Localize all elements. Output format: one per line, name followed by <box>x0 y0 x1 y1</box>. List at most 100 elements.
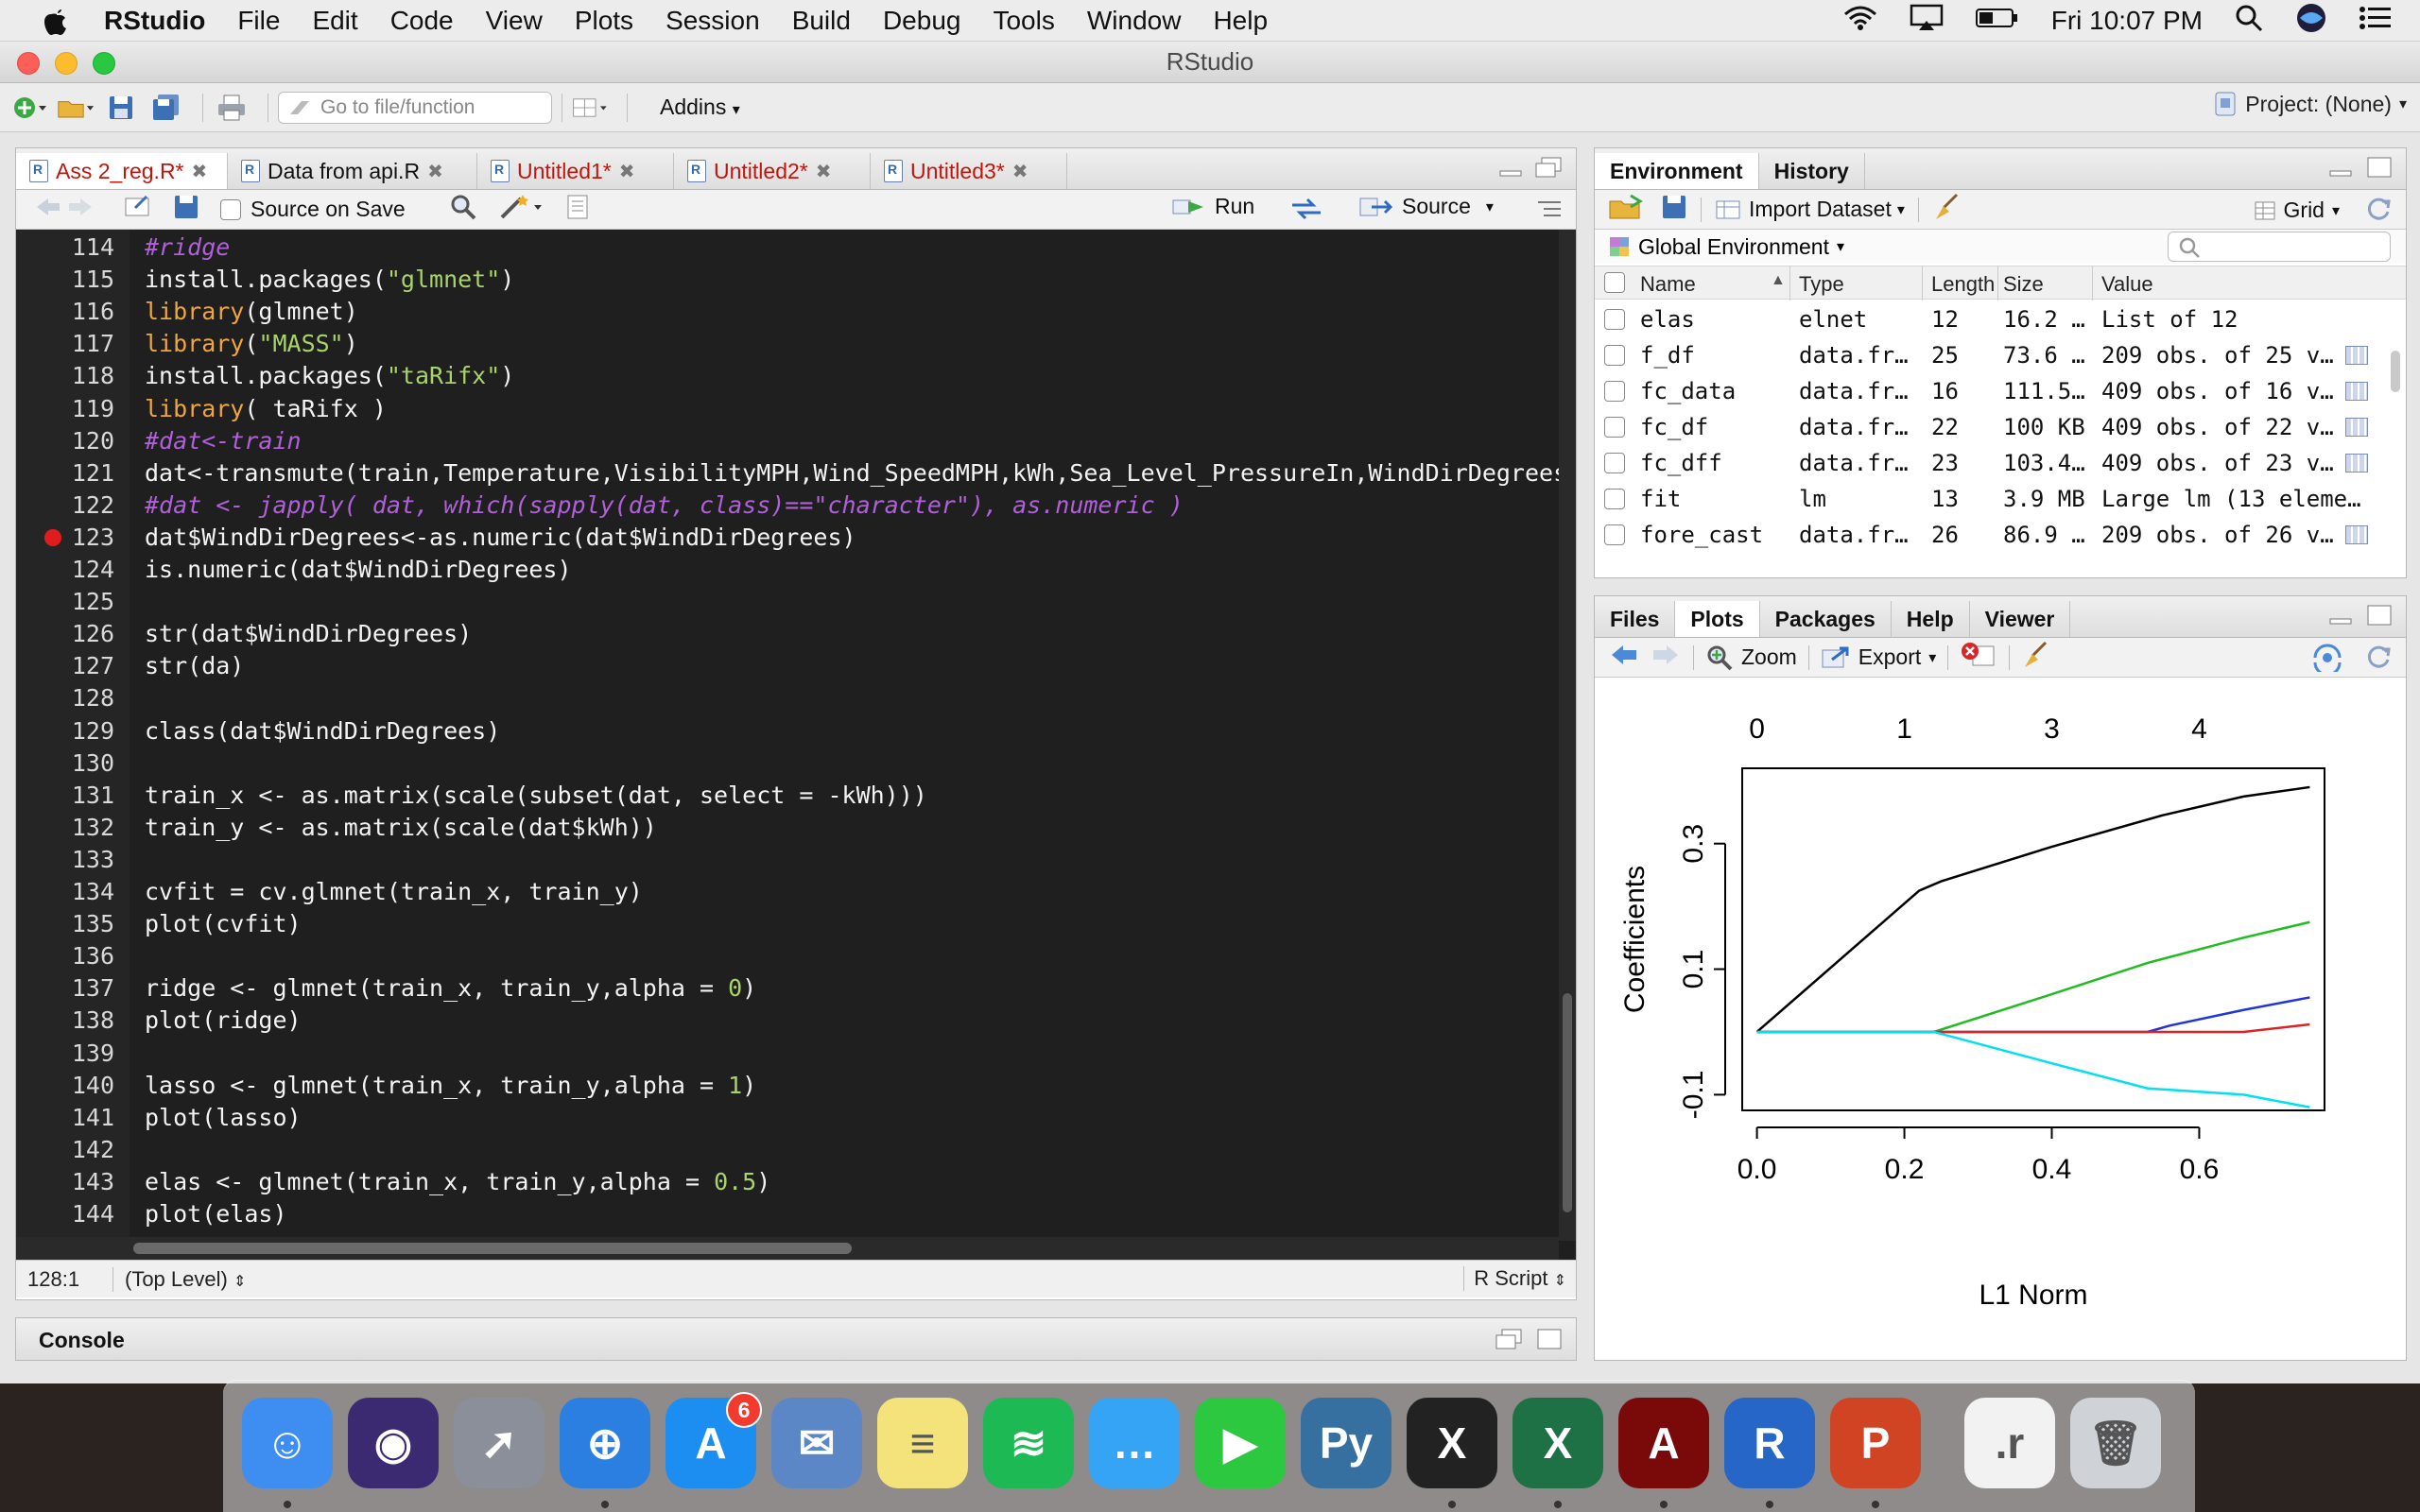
sort-ascending-icon[interactable]: ▲ <box>1771 272 1786 289</box>
environment-row[interactable]: fit lm 13 3.9 MB Large lm (13 eleme… <box>1595 481 2406 517</box>
menu-code[interactable]: Code <box>390 6 454 36</box>
battery-icon[interactable] <box>1975 6 2019 36</box>
save-file-icon[interactable] <box>173 194 199 226</box>
dock-facetime-icon[interactable]: ▶ <box>1195 1398 1286 1488</box>
environment-row[interactable]: fc_data data.fr… 16 111.5… 409 obs. of 16 v… <box>1595 373 2406 409</box>
next-plot-icon[interactable] <box>1650 643 1682 673</box>
remove-plot-icon[interactable] <box>1960 641 1997 675</box>
environment-scroll-thumb[interactable] <box>2391 351 2400 392</box>
minimize-window-button[interactable] <box>55 52 78 75</box>
dock-python-icon[interactable]: Py <box>1301 1398 1392 1488</box>
menu-session[interactable]: Session <box>666 6 760 36</box>
minimize-pane-icon[interactable] <box>2328 608 2353 631</box>
code-line[interactable]: 118 install.packages("taRifx") <box>16 360 1566 392</box>
view-data-grid-icon[interactable] <box>2345 382 2368 401</box>
code-line[interactable]: 141 plot(lasso) <box>16 1102 1566 1134</box>
airplay-icon[interactable] <box>1910 4 1944 39</box>
clear-objects-broom-icon[interactable] <box>1932 193 1961 227</box>
row-checkbox[interactable] <box>1604 345 1625 366</box>
tab-files[interactable]: Files <box>1595 601 1676 637</box>
tab-plots[interactable]: Plots <box>1675 601 1760 637</box>
code-line[interactable]: 128 <box>16 682 1566 714</box>
scope-selector[interactable]: (Top Level) ⇕ <box>125 1267 246 1292</box>
code-line[interactable]: 121 dat<-transmute(train,Temperature,Visi… <box>16 457 1576 490</box>
code-line[interactable]: 120 #dat<-train <box>16 425 1566 457</box>
view-data-grid-icon[interactable] <box>2345 418 2368 437</box>
maximize-pane-icon[interactable] <box>1536 1328 1563 1355</box>
new-file-icon[interactable] <box>11 91 49 125</box>
code-line[interactable]: 142 <box>16 1134 1566 1166</box>
column-name[interactable]: Name <box>1640 272 1696 297</box>
code-line[interactable]: 144 plot(elas) <box>16 1198 1566 1230</box>
code-line[interactable]: 114 #ridge <box>16 232 1566 264</box>
goto-file-function-input[interactable]: Go to file/function <box>278 91 552 124</box>
close-tab-icon[interactable]: ✖ <box>816 160 832 183</box>
source-button[interactable]: Source ▾ <box>1358 194 1494 219</box>
menubar-app-name[interactable]: RStudio <box>104 6 205 36</box>
save-all-icon[interactable] <box>147 91 185 125</box>
tab-environment[interactable]: Environment <box>1595 153 1759 189</box>
menu-debug[interactable]: Debug <box>883 6 961 36</box>
select-all-checkbox[interactable] <box>1604 272 1625 293</box>
code-line[interactable]: 134 cvfit = cv.glmnet(train_x, train_y) <box>16 876 1566 908</box>
dock-acrobat-icon[interactable]: A <box>1618 1398 1709 1488</box>
menu-window[interactable]: Window <box>1087 6 1182 36</box>
print-icon[interactable] <box>213 91 251 125</box>
global-environment-selector[interactable]: Global Environment ▾ <box>1608 234 1844 260</box>
view-data-grid-icon[interactable] <box>2345 454 2368 472</box>
dock-app-store-icon[interactable]: A6 <box>666 1392 762 1488</box>
dock-preview-icon[interactable]: ✉ <box>771 1398 862 1488</box>
code-line[interactable]: 115 install.packages("glmnet") <box>16 264 1566 296</box>
code-line[interactable]: 143 elas <- glmnet(train_x, train_y,alpha… <box>16 1166 1566 1198</box>
grid-view-selector[interactable]: Grid ▾ <box>2254 198 2340 223</box>
document-outline-icon[interactable] <box>1536 198 1563 228</box>
dock-notes-icon[interactable]: ≡ <box>877 1398 968 1488</box>
code-line[interactable]: 123 dat$WindDirDegrees<-as.numeric(dat$Wi… <box>16 522 1566 554</box>
code-editor[interactable]: 114 #ridge 115 install.packages("glmnet") 11… <box>16 230 1576 1260</box>
code-line[interactable]: 133 <box>16 844 1566 876</box>
wifi-icon[interactable] <box>1843 5 1877 38</box>
code-line[interactable]: 119 library( taRifx ) <box>16 393 1566 425</box>
dock-r-icon[interactable]: R <box>1724 1398 1815 1488</box>
code-line[interactable]: 122 #dat <- japply( dat, which(sapply(dat… <box>16 490 1566 522</box>
code-tools-wand-icon[interactable] <box>498 193 545 227</box>
dock-spotify-icon[interactable]: ≋ <box>983 1398 1074 1488</box>
environment-row[interactable]: fc_df data.fr… 22 100 KB 409 obs. of 22 v… <box>1595 409 2406 445</box>
menu-help[interactable]: Help <box>1213 6 1268 36</box>
horizontal-scrollbar[interactable] <box>16 1237 1559 1260</box>
dock-trash-icon[interactable]: 🗑 <box>2070 1398 2161 1488</box>
code-line[interactable]: 132 train_y <- as.matrix(scale(dat$kWh)) <box>16 812 1566 844</box>
environment-row[interactable]: f_df data.fr… 25 73.6 … 209 obs. of 25 v… <box>1595 337 2406 373</box>
tab-packages[interactable]: Packages <box>1760 601 1892 637</box>
dock-launchpad-icon[interactable]: ➚ <box>454 1398 544 1488</box>
minimize-pane-icon[interactable] <box>2328 160 2353 183</box>
code-line[interactable]: 129 class(dat$WindDirDegrees) <box>16 715 1566 747</box>
vertical-scroll-thumb[interactable] <box>1563 993 1572 1212</box>
environment-row[interactable]: fore_cast data.fr… 26 86.9 … 209 obs. of 26 … <box>1595 517 2406 553</box>
source-on-save-checkbox[interactable] <box>220 198 241 220</box>
menu-edit[interactable]: Edit <box>312 6 357 36</box>
column-length[interactable]: Length <box>1931 272 1995 297</box>
menubar-clock[interactable]: Fri 10:07 PM <box>2051 6 2203 36</box>
save-icon[interactable] <box>102 91 140 125</box>
menu-tools[interactable]: Tools <box>993 6 1054 36</box>
code-line[interactable]: 136 <box>16 940 1566 972</box>
close-tab-icon[interactable]: ✖ <box>427 160 443 183</box>
menu-build[interactable]: Build <box>792 6 851 36</box>
view-data-grid-icon[interactable] <box>2345 525 2368 544</box>
previous-plot-icon[interactable] <box>1608 643 1640 673</box>
import-dataset-button[interactable]: Import Dataset ▾ <box>1715 197 1905 222</box>
code-line[interactable]: 124 is.numeric(dat$WindDirDegrees) <box>16 554 1566 586</box>
zoom-button[interactable]: Zoom <box>1705 644 1797 672</box>
close-window-button[interactable] <box>17 52 40 75</box>
notification-center-icon[interactable] <box>2360 6 2392 37</box>
dock-r-file-icon[interactable]: .r <box>1964 1398 2055 1488</box>
code-line[interactable]: 117 library("MASS") <box>16 328 1566 360</box>
column-size[interactable]: Size <box>2003 272 2044 297</box>
minimize-pane-icon[interactable] <box>1495 1328 1523 1357</box>
open-project-icon[interactable] <box>57 91 95 125</box>
dock-finder-icon[interactable]: ☺ <box>242 1398 333 1488</box>
dock-x11-icon[interactable]: X <box>1407 1398 1497 1488</box>
row-checkbox[interactable] <box>1604 417 1625 438</box>
forward-arrow-icon[interactable] <box>67 196 95 224</box>
